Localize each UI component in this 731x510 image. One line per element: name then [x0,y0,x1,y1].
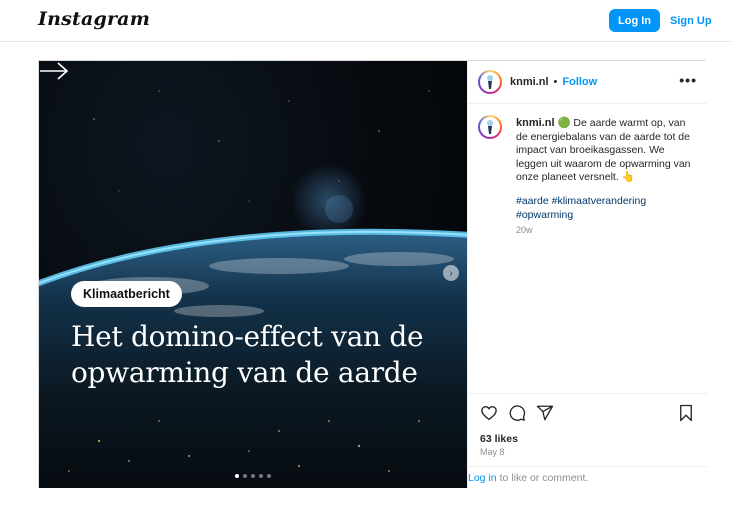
post-date: May 8 [480,447,505,457]
signup-link[interactable]: Sign Up [670,9,712,32]
carousel-indicator [235,474,271,478]
knmi-logo-icon [487,120,493,134]
carousel-next-button[interactable]: › [443,265,459,281]
author-username[interactable]: knmi.nl [510,76,549,88]
category-badge: Klimaatbericht [71,281,182,307]
login-prompt: Log in to like or comment. [468,466,707,489]
post-caption: knmi.nl 🟢 De aarde warmt op, van de ener… [516,117,698,185]
author-avatar[interactable] [478,70,502,94]
arrow-right-icon [40,62,69,80]
hashtags[interactable]: #aarde #klimaatverandering #opwarming [516,195,698,222]
post-card: Klimaatbericht Het domino-effect van de … [38,60,707,488]
carousel-dot [243,474,247,478]
carousel-dot [251,474,255,478]
share-icon[interactable] [536,404,554,422]
separator: • [553,76,558,88]
knmi-logo-icon [487,75,493,89]
comment-icon[interactable] [508,404,526,422]
caption-username[interactable]: knmi.nl [516,117,555,129]
carousel-dot [267,474,271,478]
login-button[interactable]: Log In [609,9,660,32]
heart-icon[interactable] [480,404,498,422]
next-icon: › [449,267,453,279]
image-headline: Het domino-effect van de opwarming van d… [71,320,424,389]
instagram-logo[interactable]: Instagram [38,8,150,30]
login-link[interactable]: Log in [468,472,497,484]
carousel-dot [259,474,263,478]
top-bar: Instagram Log In Sign Up [0,0,731,42]
follow-button[interactable]: Follow [562,76,597,88]
login-prompt-text: to like or comment. [499,472,589,484]
carousel-dot [235,474,239,478]
likes-count[interactable]: 63 likes [480,433,518,445]
more-icon[interactable]: ••• [679,72,697,88]
caption-avatar[interactable] [478,115,502,139]
bookmark-icon[interactable] [678,404,694,422]
earth-illustration [39,90,467,488]
post-sidebar: knmi.nl • Follow ••• knmi.nl 🟢 De aarde … [467,61,707,488]
post-image[interactable]: Klimaatbericht Het domino-effect van de … [39,61,467,488]
post-header: knmi.nl • Follow ••• [468,61,707,104]
post-age: 20w [516,225,533,235]
